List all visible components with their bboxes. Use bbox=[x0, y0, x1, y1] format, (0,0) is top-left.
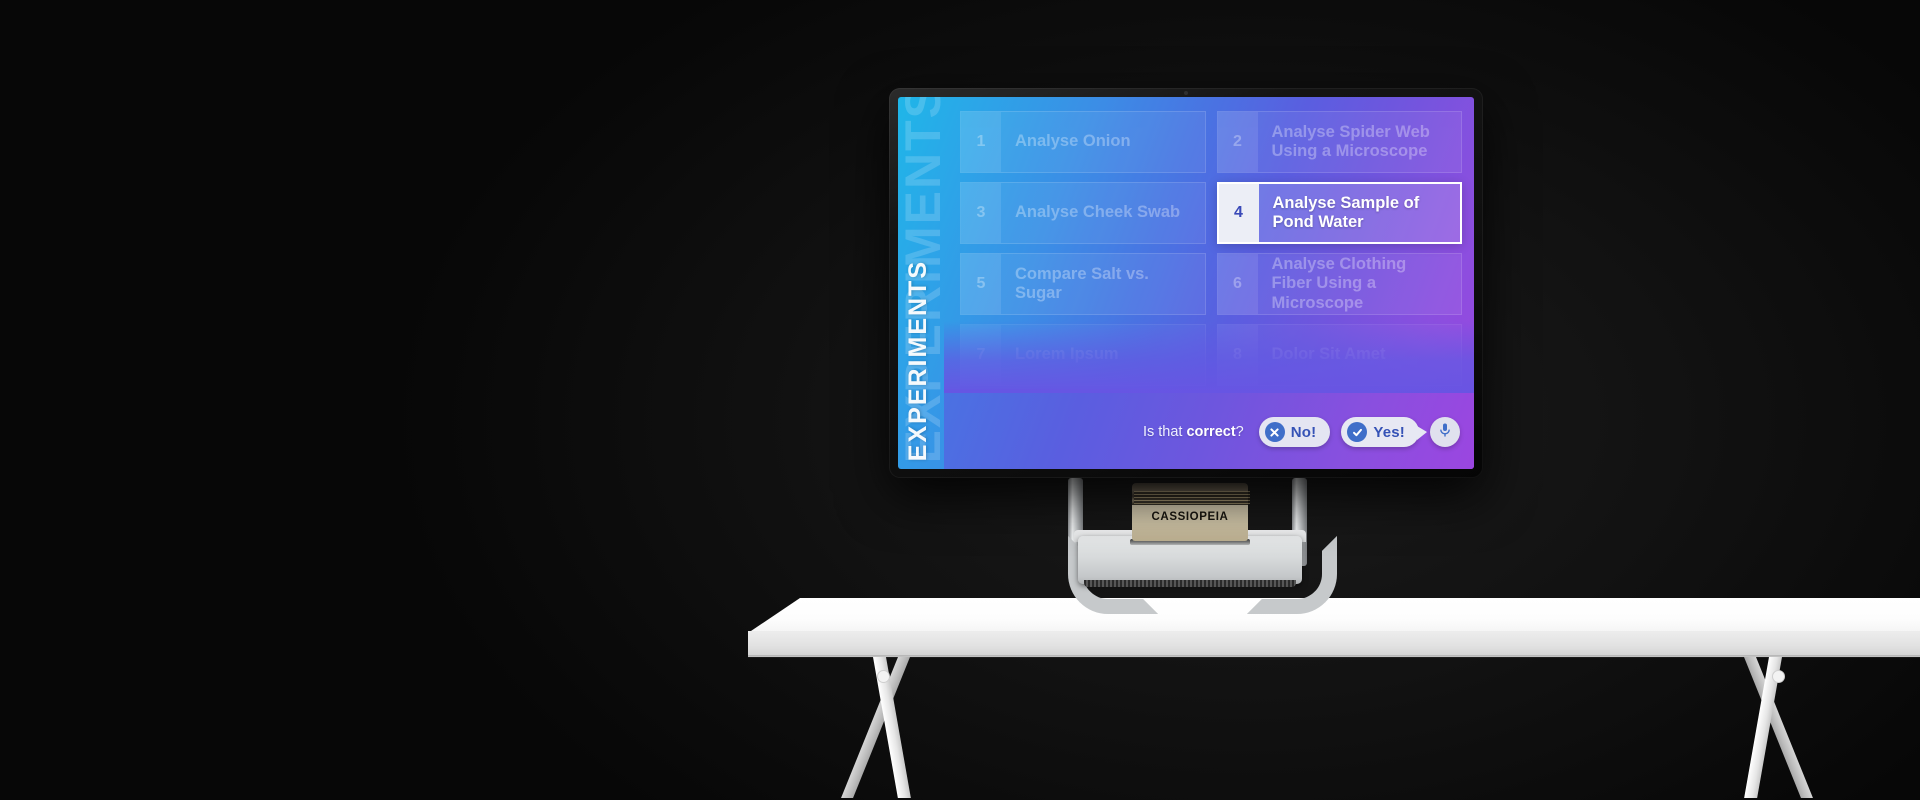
webcam-icon bbox=[1184, 91, 1188, 95]
yes-button-label: Yes! bbox=[1373, 423, 1405, 441]
scene-root: CASSIOPEIA EXPERIMENTS EXPERIMENTS 1 Anal… bbox=[0, 0, 1920, 800]
microphone-icon bbox=[1438, 422, 1452, 443]
experiment-label: Dolor Sit Amet bbox=[1271, 345, 1386, 364]
prompt-emphasis: correct bbox=[1186, 424, 1236, 440]
experiment-label: Analyse Cheek Swab bbox=[1015, 203, 1181, 222]
stand-base-vent bbox=[1084, 580, 1296, 587]
experiment-label: Analyse Spider Web Using a Microscope bbox=[1271, 122, 1430, 160]
experiment-number: 5 bbox=[961, 254, 1001, 314]
no-button-label: No! bbox=[1290, 423, 1317, 441]
experiment-card[interactable]: 1 Analyse Onion bbox=[960, 111, 1206, 173]
device-top-ridges bbox=[1134, 491, 1250, 504]
experiment-label: Analyse Clothing Fiber Using a Microscop… bbox=[1271, 255, 1407, 312]
desk-leg-bolt-right bbox=[1772, 670, 1785, 683]
x-circle-icon bbox=[1264, 422, 1285, 442]
monitor: EXPERIMENTS EXPERIMENTS 1 Analyse Onion 2 A… bbox=[889, 88, 1483, 478]
prompt-suffix: ? bbox=[1235, 424, 1244, 440]
experiment-card[interactable]: 5 Compare Salt vs. Sugar bbox=[960, 253, 1206, 315]
experiment-label: Compare Salt vs. Sugar bbox=[1015, 264, 1149, 302]
side-title-band: EXPERIMENTS EXPERIMENTS bbox=[898, 97, 944, 469]
experiment-number: 7 bbox=[961, 325, 1001, 385]
experiment-card[interactable]: 2 Analyse Spider Web Using a Microscope bbox=[1216, 111, 1462, 173]
cassiopeia-device: CASSIOPEIA bbox=[1130, 483, 1250, 545]
experiment-card[interactable]: 4 Analyse Sample of Pond Water bbox=[1216, 182, 1462, 244]
side-title: EXPERIMENTS bbox=[904, 259, 932, 461]
experiment-card[interactable]: 6 Analyse Clothing Fiber Using a Microsco… bbox=[1216, 253, 1462, 315]
experiment-label: Analyse Onion bbox=[1015, 132, 1131, 151]
desk bbox=[748, 598, 1920, 800]
microphone-button[interactable] bbox=[1430, 417, 1460, 447]
experiment-number: 8 bbox=[1217, 325, 1258, 385]
experiment-number: 6 bbox=[1217, 254, 1258, 314]
screen: EXPERIMENTS EXPERIMENTS 1 Analyse Onion 2 A… bbox=[898, 97, 1474, 469]
experiment-card[interactable]: 7 Lorem Ipsum bbox=[960, 324, 1206, 386]
experiment-list: 1 Analyse Onion 2 Analyse Spider Web Using … bbox=[960, 111, 1462, 469]
device-brand-label: CASSIOPEIA bbox=[1151, 511, 1229, 523]
no-button[interactable]: No! bbox=[1258, 417, 1331, 447]
experiment-number: 2 bbox=[1217, 112, 1258, 172]
desk-front-edge bbox=[748, 631, 1920, 657]
desk-leg-bolt-left bbox=[877, 670, 890, 683]
experiment-card[interactable]: 3 Analyse Cheek Swab bbox=[960, 182, 1206, 244]
prompt-prefix: Is that bbox=[1142, 424, 1187, 440]
experiment-number: 1 bbox=[961, 112, 1001, 172]
experiment-card[interactable]: 8 Dolor Sit Amet bbox=[1216, 324, 1462, 386]
device-top bbox=[1132, 483, 1250, 505]
prompt-question: Is that correct? bbox=[1143, 424, 1244, 440]
yes-button[interactable]: Yes! bbox=[1341, 417, 1427, 447]
experiment-label: Analyse Sample of Pond Water bbox=[1272, 193, 1420, 231]
experiment-number: 4 bbox=[1218, 184, 1259, 242]
check-circle-icon bbox=[1347, 422, 1368, 442]
experiment-label: Lorem Ipsum bbox=[1015, 345, 1119, 364]
experiment-number: 3 bbox=[961, 183, 1001, 243]
confirmation-prompt-bar: Is that correct? No! Yes! bbox=[1143, 417, 1460, 447]
